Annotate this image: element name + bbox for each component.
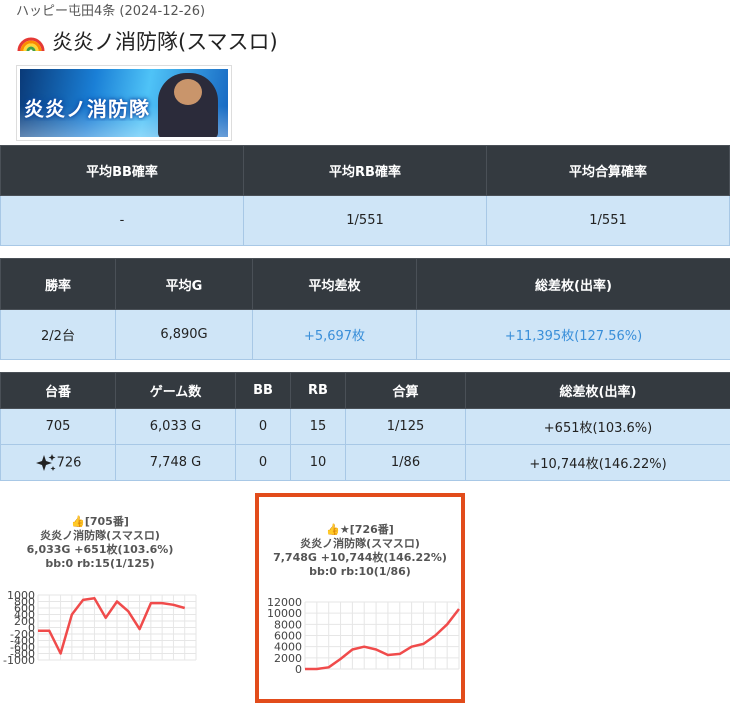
header-avg-bb: 平均BB確率 (0, 145, 244, 196)
header-avg-combined: 平均合算確率 (486, 145, 730, 196)
avg-bb-value: - (0, 195, 244, 246)
y-tick-label: 0 (295, 663, 302, 676)
header-combined: 合算 (345, 372, 466, 409)
machine-bb: 0 (235, 408, 291, 445)
machine-number[interactable]: 705 (0, 408, 116, 445)
header-win-rate: 勝率 (0, 258, 116, 310)
avg-diff-value: +5,697枚 (252, 309, 417, 360)
chart-title-line: 炎炎ノ消防隊(スマスロ) (40, 529, 160, 542)
machine-total-diff: +10,744枚(146.22%) (465, 444, 730, 481)
breadcrumb[interactable]: ハッピー屯田4条 (2024-12-26) (16, 0, 205, 19)
table-row[interactable]: 726 7,748 G 0 10 1/86 +10,744枚(146.22%) (0, 444, 730, 481)
rate-summary-table: 平均BB確率 平均RB確率 平均合算確率 - 1/551 1/551 (0, 145, 730, 246)
header-rb: RB (290, 372, 346, 409)
series-line (305, 608, 460, 671)
total-diff-value: +11,395枚(127.56%) (416, 309, 730, 360)
machine-total-diff: +651枚(103.6%) (465, 408, 730, 445)
machine-rb: 15 (290, 408, 346, 445)
chart-title-line: 炎炎ノ消防隊(スマスロ) (300, 537, 420, 550)
chart-726-plot: 120001000080006000400020000 (267, 596, 460, 676)
y-tick-label: -1000 (3, 654, 35, 667)
chart-726[interactable]: 👍★[726番] 炎炎ノ消防隊(スマスロ) 7,748G +10,744枚(14… (255, 493, 465, 703)
header-avg-diff: 平均差枚 (252, 258, 417, 310)
header-machine-number: 台番 (0, 372, 116, 409)
header-avg-rb: 平均RB確率 (243, 145, 487, 196)
chart-title-line: 7,748G +10,744枚(146.22%) (273, 551, 447, 564)
chart-705[interactable]: 👍[705番] 炎炎ノ消防隊(スマスロ) 6,033G +651枚(103.6%… (0, 492, 200, 692)
machine-table: 台番 ゲーム数 BB RB 合算 総差枚(出率) 705 6,033 G 0 1… (0, 372, 730, 481)
result-summary-table: 勝率 平均G 平均差枚 総差枚(出率) 2/2台 6,890G +5,697枚 … (0, 258, 730, 360)
chart-title-line: bb:0 rb:10(1/86) (309, 565, 411, 578)
machine-banner-image: 炎炎ノ消防隊 (16, 65, 232, 141)
sparkle-icon (35, 453, 56, 471)
header-total-diff: 総差枚(出率) (416, 258, 730, 310)
machine-bb: 0 (235, 444, 291, 481)
chart-title-line: 👍★[726番] (326, 523, 394, 536)
rainbow-icon (17, 37, 45, 52)
win-rate-value: 2/2台 (0, 309, 116, 360)
chart-726-title: 👍★[726番] 炎炎ノ消防隊(スマスロ) 7,748G +10,744枚(14… (259, 497, 461, 579)
chart-705-plot: 10008006004002000-200-400-600-800-1000 (3, 589, 197, 667)
chart-title-line: 6,033G +651枚(103.6%) (26, 543, 174, 556)
avg-rb-value: 1/551 (243, 195, 487, 246)
header-avg-games: 平均G (115, 258, 253, 310)
header-games: ゲーム数 (115, 372, 236, 409)
chart-705-title: 👍[705番] 炎炎ノ消防隊(スマスロ) 6,033G +651枚(103.6%… (0, 492, 200, 571)
avg-games-value: 6,890G (115, 309, 253, 360)
series-line (38, 597, 186, 655)
machine-combined: 1/125 (345, 408, 466, 445)
banner-logo: 炎炎ノ消防隊 (24, 97, 150, 121)
page-title: 炎炎ノ消防隊(スマスロ) (16, 26, 278, 56)
machine-number[interactable]: 726 (0, 444, 116, 481)
machine-games: 7,748 G (115, 444, 236, 481)
machine-rb: 10 (290, 444, 346, 481)
machine-combined: 1/86 (345, 444, 466, 481)
machine-number-text: 726 (56, 455, 82, 470)
header-machine-total-diff: 総差枚(出率) (465, 372, 730, 409)
header-bb: BB (235, 372, 291, 409)
machine-games: 6,033 G (115, 408, 236, 445)
chart-title-line: 👍[705番] (71, 515, 129, 528)
chart-title-line: bb:0 rb:15(1/125) (45, 557, 155, 570)
table-row[interactable]: 705 6,033 G 0 15 1/125 +651枚(103.6%) (0, 408, 730, 445)
page-title-text: 炎炎ノ消防隊(スマスロ) (52, 30, 278, 54)
avg-combined-value: 1/551 (486, 195, 730, 246)
